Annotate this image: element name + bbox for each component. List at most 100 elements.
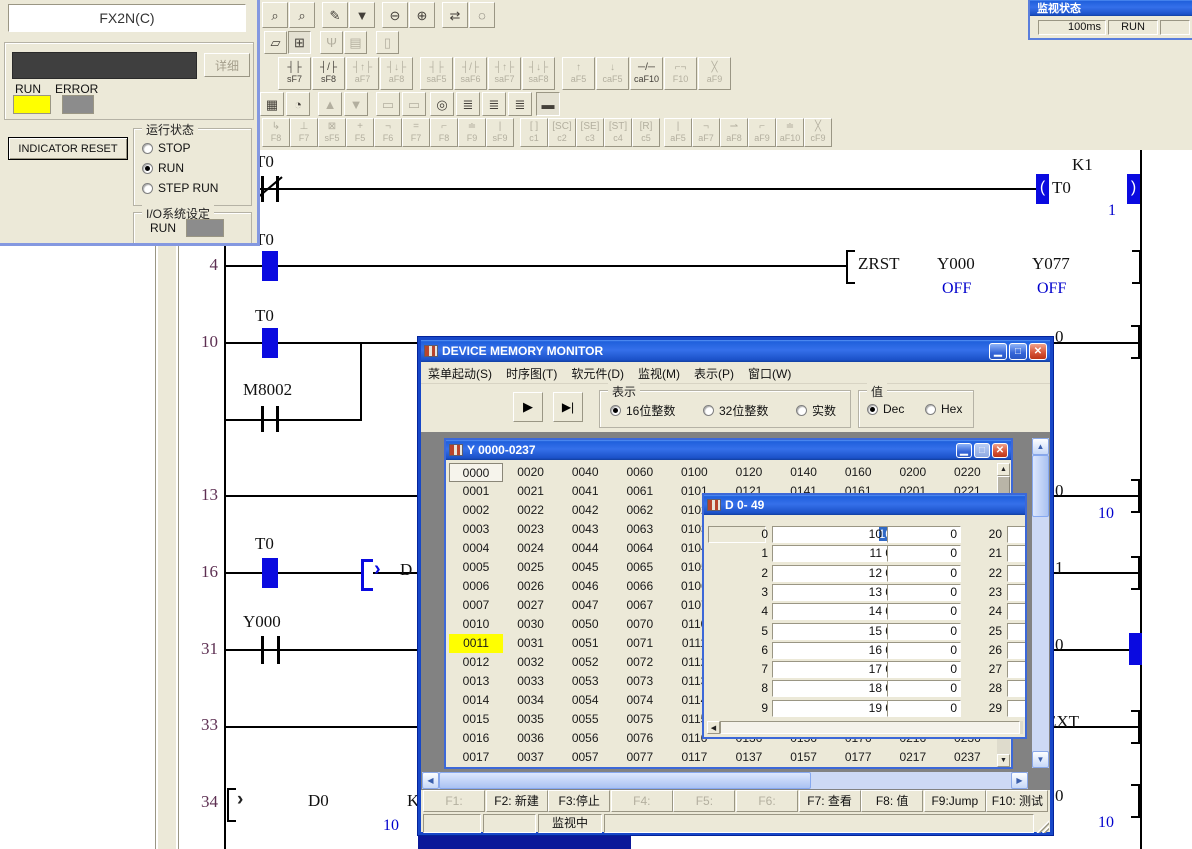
scroll-track[interactable] <box>720 721 1020 734</box>
dmm-menu-item-4[interactable]: 表示(P) <box>687 362 741 385</box>
device-find-icon[interactable]: ◎ <box>430 92 454 116</box>
compare-operand[interactable]: D0 <box>308 791 329 811</box>
y-device-cell[interactable]: 0117 <box>667 748 721 767</box>
d-value-field[interactable]: 0 <box>887 584 961 601</box>
y-window-titlebar[interactable]: Y 0000-0237 ▁ □ ✕ <box>446 440 1011 460</box>
y-device-cell[interactable]: 0160 <box>831 463 885 482</box>
detail-button[interactable]: 详细 <box>204 53 250 77</box>
instruction-operand[interactable]: Y077 <box>1032 254 1070 274</box>
energized-contact[interactable] <box>262 558 278 588</box>
scroll-left-icon[interactable]: ◀ <box>707 721 720 734</box>
y-device-cell[interactable]: 0024 <box>504 539 558 558</box>
sampling-trace-icon[interactable]: ◔ <box>286 92 310 116</box>
scroll-up-icon[interactable]: ▲ <box>997 463 1010 476</box>
y-device-cell[interactable]: 0012 <box>449 653 503 672</box>
y-device-cell[interactable]: 0006 <box>449 577 503 596</box>
write-mode-icon[interactable]: ✎ <box>322 2 348 28</box>
zoom-in-icon[interactable]: ⊕ <box>409 2 435 28</box>
d-value-field[interactable] <box>1007 680 1027 697</box>
y-device-cell[interactable]: 0055 <box>558 710 612 729</box>
y-device-cell[interactable]: 0003 <box>449 520 503 539</box>
monitor-window-icon[interactable]: ▬ <box>536 92 560 116</box>
d-value-field[interactable] <box>1007 526 1027 543</box>
y-device-cell[interactable]: 0051 <box>558 634 612 653</box>
indicator-reset-button[interactable]: INDICATOR RESET <box>8 137 128 160</box>
y-device-cell[interactable]: 0062 <box>613 501 667 520</box>
y-device-cell[interactable]: 0026 <box>504 577 558 596</box>
monitor-start-all-button[interactable]: ▶| <box>553 392 583 422</box>
y-device-cell[interactable]: 0200 <box>886 463 940 482</box>
closed-contact-button[interactable]: ┤/├sF8 <box>312 57 345 90</box>
coil-open-bracket[interactable]: ( <box>1036 174 1049 204</box>
y-device-cell[interactable]: 0217 <box>886 748 940 767</box>
y-device-cell[interactable]: 0027 <box>504 596 558 615</box>
y-device-cell[interactable]: 0074 <box>613 691 667 710</box>
open-contact[interactable] <box>261 636 264 664</box>
y-device-cell[interactable]: 0034 <box>504 691 558 710</box>
radio-16bit[interactable]: 16位整数 <box>610 402 675 419</box>
d-window-titlebar[interactable]: D 0- 49 <box>704 495 1025 515</box>
maximize-button[interactable]: □ <box>1009 343 1027 360</box>
y-device-cell[interactable]: 0031 <box>504 634 558 653</box>
y-device-cell[interactable]: 0073 <box>613 672 667 691</box>
energized-contact[interactable] <box>262 251 278 281</box>
fkey-f8[interactable]: F8: 值 <box>861 790 923 812</box>
fkey-f2[interactable]: F2: 新建 <box>486 790 548 812</box>
y-device-cell-on[interactable]: 0011 <box>449 634 503 653</box>
y-device-cell[interactable]: 0010 <box>449 615 503 634</box>
d-value-field[interactable] <box>1007 565 1027 582</box>
y-device-cell[interactable]: 0220 <box>940 463 994 482</box>
invert-button[interactable]: ─/─caF10 <box>630 57 663 90</box>
y-device-cell[interactable]: 0025 <box>504 558 558 577</box>
radio-32bit[interactable]: 32位整数 <box>703 402 768 419</box>
d-value-field[interactable] <box>1007 584 1027 601</box>
y-device-cell[interactable]: 0043 <box>558 520 612 539</box>
y-device-cell[interactable]: 0053 <box>558 672 612 691</box>
new-view-icon[interactable]: ▱ <box>264 31 287 54</box>
dmm-menu-item-2[interactable]: 软元件(D) <box>564 362 631 385</box>
y-device-cell[interactable]: 0030 <box>504 615 558 634</box>
y-device-cell[interactable]: 0002 <box>449 501 503 520</box>
scroll-thumb[interactable] <box>439 772 811 789</box>
y-device-cell[interactable]: 0015 <box>449 710 503 729</box>
y-device-cell[interactable]: 0140 <box>777 463 831 482</box>
radio-hex[interactable]: Hex <box>925 402 962 416</box>
y-device-cell[interactable]: 0065 <box>613 558 667 577</box>
scroll-left-icon[interactable]: ◀ <box>422 772 439 789</box>
d-value-field[interactable] <box>1007 661 1027 678</box>
y-device-cell[interactable]: 0044 <box>558 539 612 558</box>
scroll-thumb[interactable] <box>1032 455 1049 517</box>
y-device-cell[interactable]: 0033 <box>504 672 558 691</box>
y-device-cell[interactable]: 0037 <box>504 748 558 767</box>
y-device-cell[interactable]: 0000 <box>449 463 503 482</box>
y-minimize-button[interactable]: ▁ <box>956 443 972 458</box>
d-value-field[interactable]: 0 <box>887 661 961 678</box>
radio-dec[interactable]: Dec <box>867 402 904 416</box>
coil-close-bracket[interactable]: ) <box>1127 174 1140 204</box>
project-tree-icon[interactable]: ⊞ <box>288 31 311 54</box>
dmm-menu-item-5[interactable]: 窗口(W) <box>741 362 798 385</box>
y-device-cell[interactable]: 0047 <box>558 596 612 615</box>
d-window-hscrollbar[interactable]: ◀ <box>707 721 1023 734</box>
mdi-hscrollbar[interactable]: ◀ ▶ <box>422 772 1028 789</box>
y-device-cell[interactable]: 0021 <box>504 482 558 501</box>
d-value-field[interactable] <box>1007 545 1027 562</box>
zoom-out-icon[interactable]: ⊖ <box>382 2 408 28</box>
y-device-cell[interactable]: 0077 <box>613 748 667 767</box>
d-value-field[interactable]: 0 <box>887 545 961 562</box>
compare-open-bracket[interactable] <box>227 788 236 822</box>
y-device-cell[interactable]: 0013 <box>449 672 503 691</box>
d-value-field[interactable]: 0 <box>887 623 961 640</box>
y-device-cell[interactable]: 0032 <box>504 653 558 672</box>
instruction-operand[interactable]: Y000 <box>937 254 975 274</box>
fkey-f10[interactable]: F10: 测试 <box>986 790 1048 812</box>
y-device-cell[interactable]: 0066 <box>613 577 667 596</box>
open-contact[interactable] <box>261 406 264 432</box>
compare-operand[interactable]: D <box>400 560 412 580</box>
y-device-cell[interactable]: 0056 <box>558 729 612 748</box>
y-device-cell[interactable]: 0005 <box>449 558 503 577</box>
energized-contact[interactable] <box>262 328 278 358</box>
y-device-cell[interactable]: 0060 <box>613 463 667 482</box>
d-value-field[interactable]: 0 <box>887 700 961 717</box>
d-value-field[interactable]: 0 <box>887 603 961 620</box>
